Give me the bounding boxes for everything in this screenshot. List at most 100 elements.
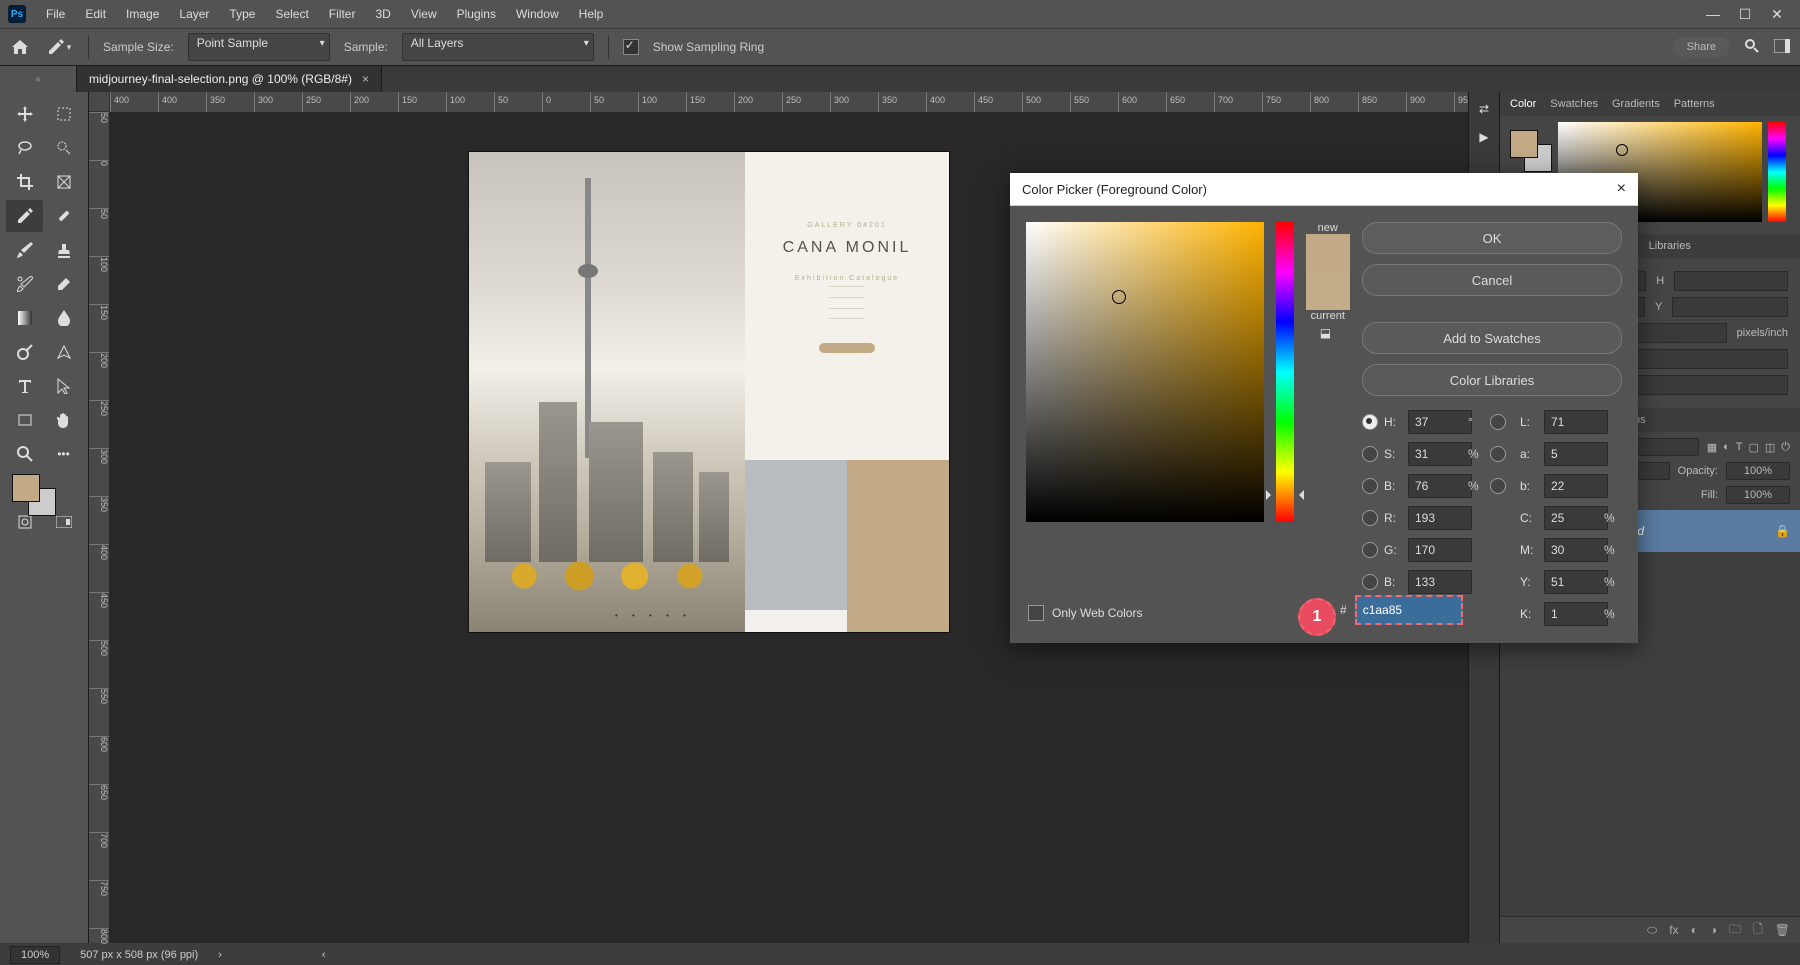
workspace-icon[interactable] bbox=[1774, 39, 1790, 56]
menu-filter[interactable]: Filter bbox=[319, 3, 366, 25]
g-input[interactable] bbox=[1408, 538, 1472, 562]
heal-tool-icon[interactable] bbox=[45, 200, 82, 232]
b-input[interactable] bbox=[1408, 474, 1472, 498]
filter-adj-icon[interactable]: ◐ bbox=[1723, 441, 1730, 454]
prop-y-input[interactable] bbox=[1672, 297, 1788, 317]
dialog-close-icon[interactable]: × bbox=[1617, 180, 1626, 198]
web-colors-checkbox[interactable] bbox=[1028, 605, 1044, 621]
pen-tool-icon[interactable] bbox=[45, 336, 82, 368]
lock-icon[interactable]: 🔒 bbox=[1775, 524, 1790, 538]
close-icon[interactable]: ✕ bbox=[1770, 6, 1784, 23]
filter-pixel-icon[interactable]: ▦ bbox=[1707, 441, 1717, 454]
dodge-tool-icon[interactable] bbox=[6, 336, 43, 368]
a-input[interactable] bbox=[1544, 442, 1608, 466]
r-input[interactable] bbox=[1408, 506, 1472, 530]
filter-smart-icon[interactable]: ◫ bbox=[1765, 441, 1775, 454]
blur-tool-icon[interactable] bbox=[45, 302, 82, 334]
minimize-icon[interactable]: — bbox=[1706, 6, 1720, 23]
hand-tool-icon[interactable] bbox=[45, 404, 82, 436]
marquee-tool-icon[interactable] bbox=[45, 98, 82, 130]
add-swatches-button[interactable]: Add to Swatches bbox=[1362, 322, 1622, 354]
y-input[interactable] bbox=[1544, 570, 1608, 594]
filter-shape-icon[interactable]: ▢ bbox=[1748, 441, 1758, 454]
new-color-box[interactable] bbox=[1306, 234, 1350, 272]
b2-input[interactable] bbox=[1544, 474, 1608, 498]
ok-button[interactable]: OK bbox=[1362, 222, 1622, 254]
dock-icon-1[interactable]: ⇄ bbox=[1479, 102, 1489, 116]
menu-view[interactable]: View bbox=[401, 3, 447, 25]
menu-file[interactable]: File bbox=[36, 3, 75, 25]
panel-fg-swatch[interactable] bbox=[1510, 130, 1538, 158]
frame-tool-icon[interactable] bbox=[45, 166, 82, 198]
cancel-button[interactable]: Cancel bbox=[1362, 264, 1622, 296]
history-brush-tool-icon[interactable] bbox=[6, 268, 43, 300]
fill-input[interactable]: 100% bbox=[1726, 486, 1790, 504]
adjust-icon[interactable]: ◑ bbox=[1710, 923, 1717, 937]
g-radio[interactable] bbox=[1362, 542, 1378, 558]
r-radio[interactable] bbox=[1362, 510, 1378, 526]
a-radio[interactable] bbox=[1490, 446, 1506, 462]
tab-color[interactable]: Color bbox=[1510, 98, 1536, 110]
s-input[interactable] bbox=[1408, 442, 1472, 466]
color-swatch[interactable] bbox=[6, 472, 82, 518]
foreground-swatch[interactable] bbox=[12, 474, 40, 502]
h-radio[interactable] bbox=[1362, 414, 1378, 430]
filter-toggle-icon[interactable]: ⏻ bbox=[1781, 441, 1790, 454]
path-select-tool-icon[interactable] bbox=[45, 370, 82, 402]
type-tool-icon[interactable] bbox=[6, 370, 43, 402]
brush-tool-icon[interactable] bbox=[6, 234, 43, 266]
group-icon[interactable]: 🗀 bbox=[1729, 920, 1741, 941]
trash-icon[interactable]: 🗑 bbox=[1775, 923, 1790, 937]
l-input[interactable] bbox=[1544, 410, 1608, 434]
lasso-tool-icon[interactable] bbox=[6, 132, 43, 164]
quick-select-tool-icon[interactable] bbox=[45, 132, 82, 164]
tab-libraries[interactable]: Libraries bbox=[1649, 240, 1691, 252]
new-layer-icon[interactable]: 🗋 bbox=[1753, 920, 1763, 941]
bb-input[interactable] bbox=[1408, 570, 1472, 594]
k-input[interactable] bbox=[1544, 602, 1608, 626]
menu-layer[interactable]: Layer bbox=[169, 3, 219, 25]
color-libraries-button[interactable]: Color Libraries bbox=[1362, 364, 1622, 396]
menu-select[interactable]: Select bbox=[265, 3, 318, 25]
zoom-field[interactable]: 100% bbox=[10, 946, 60, 964]
vertical-ruler[interactable]: 5005010015020025030035040045050055060065… bbox=[89, 112, 109, 943]
tab-swatches[interactable]: Swatches bbox=[1550, 98, 1598, 110]
document-tab[interactable]: midjourney-final-selection.png @ 100% (R… bbox=[77, 66, 382, 92]
search-icon[interactable] bbox=[1744, 38, 1760, 57]
mask-icon[interactable]: ◐ bbox=[1691, 923, 1698, 937]
rectangle-tool-icon[interactable] bbox=[6, 404, 43, 436]
hue-slider[interactable] bbox=[1276, 222, 1293, 522]
dialog-titlebar[interactable]: Color Picker (Foreground Color) × bbox=[1010, 173, 1638, 206]
move-tool-icon[interactable] bbox=[6, 98, 43, 130]
c-input[interactable] bbox=[1544, 506, 1608, 530]
menu-help[interactable]: Help bbox=[569, 3, 614, 25]
zoom-tool-icon[interactable] bbox=[6, 438, 43, 470]
h-input[interactable] bbox=[1408, 410, 1472, 434]
sv-field[interactable] bbox=[1026, 222, 1264, 522]
filter-type-icon[interactable]: T bbox=[1736, 441, 1743, 454]
link-icon[interactable]: ⬭ bbox=[1647, 923, 1657, 938]
hue-strip[interactable] bbox=[1768, 122, 1786, 222]
menu-type[interactable]: Type bbox=[219, 3, 265, 25]
more-tools-icon[interactable]: ••• bbox=[45, 438, 82, 470]
sample-combo[interactable]: All Layers▾ bbox=[402, 33, 594, 61]
crop-tool-icon[interactable] bbox=[6, 166, 43, 198]
gradient-tool-icon[interactable] bbox=[6, 302, 43, 334]
menu-edit[interactable]: Edit bbox=[75, 3, 116, 25]
tab-patterns[interactable]: Patterns bbox=[1674, 98, 1715, 110]
hex-input[interactable] bbox=[1355, 595, 1463, 625]
b2-radio[interactable] bbox=[1490, 478, 1506, 494]
prop-h-input[interactable] bbox=[1674, 271, 1788, 291]
eyedropper-tool-icon[interactable] bbox=[6, 200, 43, 232]
stamp-tool-icon[interactable] bbox=[45, 234, 82, 266]
tab-gradients[interactable]: Gradients bbox=[1612, 98, 1660, 110]
current-color-box[interactable] bbox=[1306, 272, 1350, 310]
s-radio[interactable] bbox=[1362, 446, 1378, 462]
l-radio[interactable] bbox=[1490, 414, 1506, 430]
tab-close-icon[interactable]: × bbox=[362, 72, 369, 86]
menu-3d[interactable]: 3D bbox=[365, 3, 400, 25]
fx-icon[interactable]: fx bbox=[1669, 923, 1678, 937]
doc-info-chevron-icon[interactable]: › bbox=[218, 949, 222, 961]
gamut-warning-icon[interactable]: ⬓ bbox=[1320, 326, 1336, 342]
scroll-left-icon[interactable]: ‹ bbox=[322, 949, 326, 961]
